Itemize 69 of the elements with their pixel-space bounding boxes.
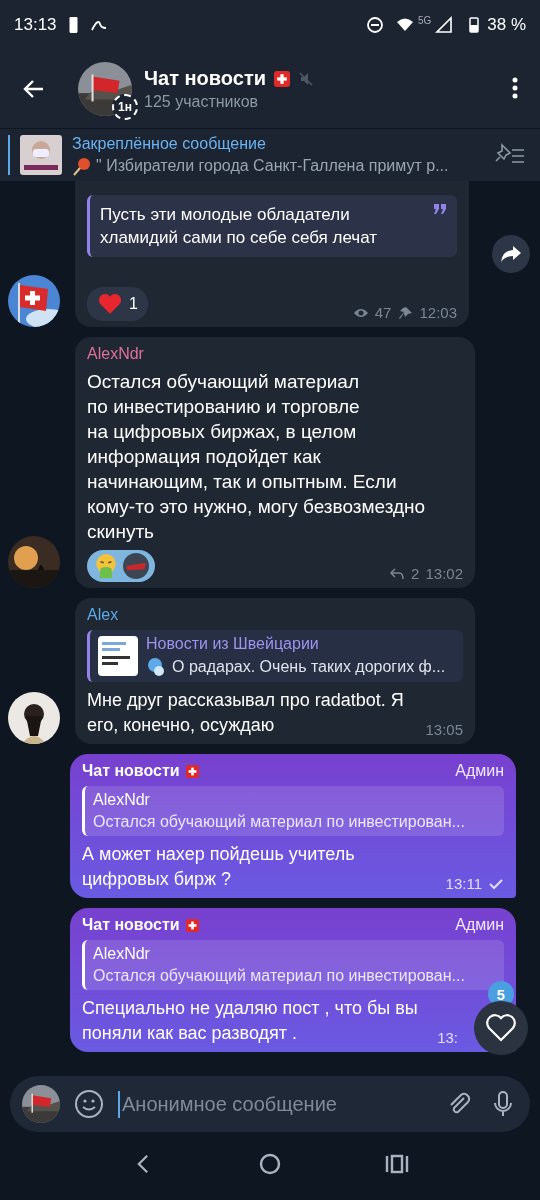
message-time: 13:	[437, 1029, 458, 1046]
message-time: 13:05	[425, 721, 463, 738]
thumbnail	[20, 135, 62, 175]
message-bubble[interactable]: Чат новости Админ AlexNdr Остался обучающий материал по инвестирован... А может нахер пойдешь учитель цифровых бирж ? 13:11	[70, 754, 516, 898]
message-time: 13:11	[445, 875, 482, 892]
quote-icon	[433, 203, 447, 215]
message-bubble[interactable]: Пусть эти молодые обладатели хламидий сами по себе себя лечат 1 47 12:03	[75, 181, 469, 327]
view-count: 47	[374, 304, 392, 321]
emoji-icon[interactable]	[74, 1089, 104, 1119]
swiss-flag-icon	[274, 70, 291, 87]
avatar[interactable]	[78, 62, 132, 116]
avatar[interactable]	[8, 275, 60, 327]
reply-text: Остался обучающий материал по инвестирован...	[93, 967, 465, 985]
reply-preview[interactable]: Новости из Швейцарии О радарах. Очень таких дорогих ф...	[87, 630, 463, 682]
reply-author: AlexNdr	[93, 945, 151, 963]
reply-preview[interactable]: AlexNdr Остался обучающий материал по инвестирован...	[82, 786, 504, 836]
nauseated-face-icon	[93, 553, 119, 579]
pinned-title: Закреплённое сообщение	[72, 134, 267, 153]
chat-title: Чат новости	[144, 67, 267, 90]
swiss-flag-icon	[185, 764, 199, 778]
message-text: А может нахер пойдешь учитель цифровых бирж ?	[82, 843, 356, 891]
chevron-left-icon	[137, 1153, 150, 1175]
reply-count: 2	[411, 565, 420, 582]
role-label: Админ	[455, 916, 504, 934]
member-count: 125 участников	[144, 93, 260, 111]
reaction-chip[interactable]: 1	[87, 287, 148, 321]
avatar[interactable]	[8, 536, 60, 588]
battery-saver-icon	[68, 17, 78, 33]
avatar[interactable]	[8, 692, 60, 744]
reactions-button[interactable]	[474, 1001, 528, 1055]
message-time: 13:02	[425, 565, 463, 582]
reply-icon	[389, 566, 406, 581]
network-label: 5G	[417, 14, 432, 26]
signal-icon	[435, 16, 454, 34]
message-field[interactable]: Анонимное сообщение	[10, 1076, 530, 1132]
heart-outline-icon	[486, 1014, 516, 1042]
avatar[interactable]	[22, 1085, 60, 1123]
clock: 13:13	[14, 15, 57, 35]
pushpin-icon	[72, 155, 92, 176]
message-input[interactable]: Анонимное сообщение	[118, 1090, 430, 1118]
reply-preview[interactable]: AlexNdr Остался обучающий материал по инвестирован...	[82, 940, 504, 990]
share-icon	[500, 245, 522, 263]
reaction-chip[interactable]	[87, 550, 155, 582]
do-not-disturb-icon	[365, 16, 384, 34]
reply-text: О радарах. Очень таких дорогих ф...	[172, 658, 446, 676]
message-text: Остался обучающий материал по инвестированию и торговле на цифровых биржах, в целом информация подойдет как начинающим, так и опытным. Если кому-то это нужно, могу безвозмездно скинуть	[87, 370, 427, 544]
message-time: 12:03	[419, 304, 457, 321]
reply-author: Новости из Швейцарии	[146, 635, 320, 653]
reply-text: Остался обучающий материал по инвестирован...	[93, 813, 465, 831]
battery-level: 38 %	[487, 15, 526, 35]
sender-name: Чат новости	[82, 762, 180, 780]
message-text: Мне друг рассказывал про radatbot. Я его, конечно, осуждаю	[87, 689, 405, 737]
more-icon	[512, 76, 518, 99]
swiss-flag-icon	[185, 918, 199, 932]
message-bubble[interactable]: Alex Новости из Швейцарии О радарах. Очень таких дорогих ф... Мне друг рассказывал про radatbot. Я его, конечно, осуждаю 13:05	[75, 598, 475, 744]
reply-author: AlexNdr	[93, 791, 151, 809]
sender-name[interactable]: Alex	[87, 606, 463, 624]
pinned-text: " Избиратели города Санкт-Галлена примут р...	[96, 156, 449, 175]
forward-button[interactable]	[492, 235, 530, 273]
story-badge: 1н	[112, 94, 138, 120]
role-label: Админ	[455, 762, 504, 780]
sender-name: Чат новости	[82, 916, 180, 934]
message-bubble[interactable]: AlexNdr Остался обучающий материал по инвестированию и торговле на цифровых биржах, в целом информация подойдет как начинающим, так и опытным. Если кому-то это нужно, могу безвозмездно скинуть 2 13:02	[75, 337, 475, 588]
quote-text: Пусть эти молодые обладатели хламидий сами по себе себя лечат	[100, 204, 378, 249]
pinned-message-bar[interactable]: Закреплённое сообщение " Избиратели города Санкт-Галлена примут р...	[0, 128, 540, 181]
message-text: Специально не удаляю пост , что бы вы поняли как вас разводят .	[82, 997, 419, 1045]
chat-bubbles-icon	[146, 657, 166, 677]
sender-name[interactable]: AlexNdr	[87, 345, 463, 363]
avatar	[123, 553, 149, 579]
